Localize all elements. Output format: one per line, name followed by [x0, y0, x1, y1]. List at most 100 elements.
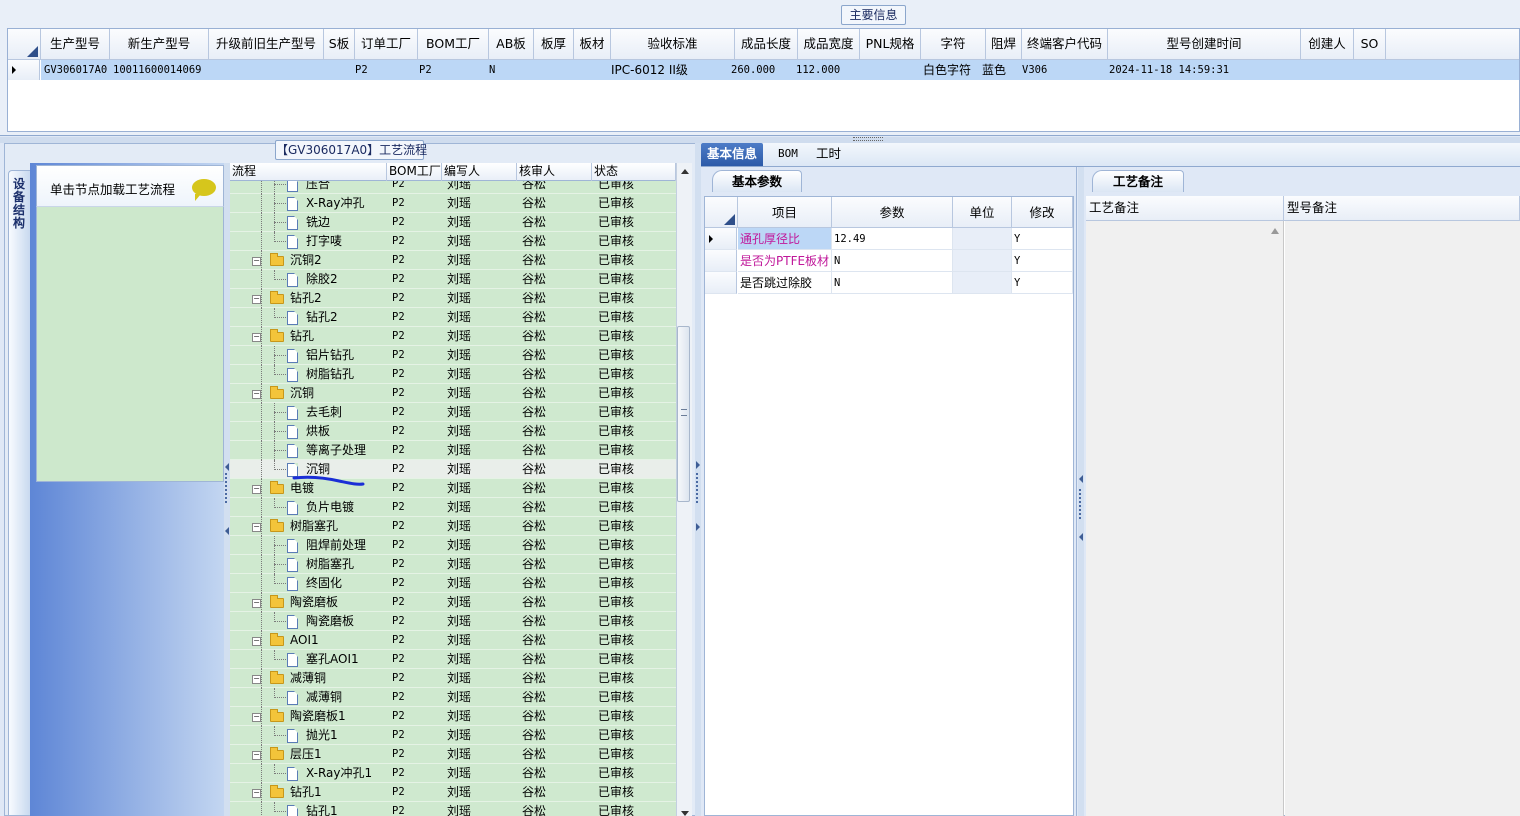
process-tree-row[interactable]: − 钻孔2 P2 刘瑶 谷松 已审核 — [230, 289, 676, 308]
process-tree-row[interactable]: − 钻孔 P2 刘瑶 谷松 已审核 — [230, 327, 676, 346]
collapse-node-icon[interactable]: − — [252, 675, 261, 684]
collapse-node-icon[interactable]: − — [252, 257, 261, 266]
param-unit-3[interactable] — [953, 272, 1012, 294]
cell-new-model[interactable]: 10011600014069 — [110, 60, 209, 80]
collapse-node-icon[interactable]: − — [252, 789, 261, 798]
collapse-notes-icon[interactable] — [1079, 475, 1083, 483]
process-tree-row[interactable]: 树脂钻孔 P2 刘瑶 谷松 已审核 — [230, 365, 676, 384]
process-tree-row[interactable]: 钻孔2 P2 刘瑶 谷松 已审核 — [230, 308, 676, 327]
collapse-node-icon[interactable]: − — [252, 751, 261, 760]
tab-bom[interactable]: BOM — [772, 143, 804, 166]
process-tree-row[interactable]: X-Ray冲孔 P2 刘瑶 谷松 已审核 — [230, 194, 676, 213]
process-tree-row[interactable]: − 减薄铜 P2 刘瑶 谷松 已审核 — [230, 669, 676, 688]
collapse-node-icon[interactable]: − — [252, 523, 261, 532]
process-tree-row[interactable]: 减薄铜 P2 刘瑶 谷松 已审核 — [230, 688, 676, 707]
scroll-up-icon[interactable] — [681, 169, 689, 174]
col-header-process[interactable]: 流程 — [230, 163, 387, 181]
param-edit-1[interactable]: Y — [1012, 228, 1073, 250]
device-structure-tab[interactable] — [8, 170, 30, 816]
param-unit-2[interactable] — [953, 250, 1012, 272]
collapse-right-icon[interactable] — [696, 461, 700, 469]
row-indicator[interactable] — [8, 60, 40, 80]
col-header-thickness[interactable]: 板厚 — [534, 29, 574, 60]
col-header-solder[interactable]: 阻焊 — [986, 29, 1022, 60]
collapse-node-icon[interactable]: − — [252, 485, 261, 494]
process-tree-row[interactable]: X-Ray冲孔1 P2 刘瑶 谷松 已审核 — [230, 764, 676, 783]
col-header-status[interactable]: 状态 — [592, 163, 676, 181]
col-header-order-factory[interactable]: 订单工厂 — [355, 29, 418, 60]
process-tree-row[interactable]: 烘板 P2 刘瑶 谷松 已审核 — [230, 422, 676, 441]
cell-bom-factory[interactable]: P2 — [416, 60, 476, 80]
col-header-pnl[interactable]: PNL规格 — [860, 29, 921, 60]
collapse-node-icon[interactable]: − — [252, 295, 261, 304]
col-header-char[interactable]: 字符 — [921, 29, 986, 60]
collapse-left-icon[interactable] — [225, 463, 229, 471]
col-header-creator[interactable]: 创建人 — [1301, 29, 1354, 60]
process-tree-row[interactable]: 打字唛 P2 刘瑶 谷松 已审核 — [230, 232, 676, 251]
collapse-node-icon[interactable]: − — [252, 333, 261, 342]
process-tree-row[interactable]: 树脂塞孔 P2 刘瑶 谷松 已审核 — [230, 555, 676, 574]
collapse-node-icon[interactable]: − — [252, 713, 261, 722]
process-tree-row[interactable]: 抛光1 P2 刘瑶 谷松 已审核 — [230, 726, 676, 745]
tab-work-hours[interactable]: 工时 — [810, 143, 847, 166]
param-row-indicator-3[interactable] — [705, 272, 737, 294]
scroll-down-icon[interactable] — [681, 811, 689, 816]
cell-customer[interactable]: V306 — [1019, 60, 1099, 80]
col-header-bom-factory[interactable]: BOM工厂 — [418, 29, 489, 60]
col-header-length[interactable]: 成品长度 — [735, 29, 798, 60]
process-tree-row[interactable]: 除胶2 P2 刘瑶 谷松 已审核 — [230, 270, 676, 289]
param-edit-3[interactable]: Y — [1012, 272, 1073, 294]
col-header-new-model[interactable]: 新生产型号 — [110, 29, 209, 60]
process-tree-row[interactable]: − AOI1 P2 刘瑶 谷松 已审核 — [230, 631, 676, 650]
process-tree-row[interactable]: 铝片钻孔 P2 刘瑶 谷松 已审核 — [230, 346, 676, 365]
process-tree-row[interactable]: 阻焊前处理 P2 刘瑶 谷松 已审核 — [230, 536, 676, 555]
model-notes-textarea[interactable] — [1285, 221, 1520, 816]
col-header-param[interactable]: 参数 — [832, 197, 953, 228]
cell-solder[interactable]: 蓝色 — [979, 60, 1019, 80]
col-header-writer[interactable]: 编写人 — [442, 163, 517, 181]
col-header-standard[interactable]: 验收标准 — [611, 29, 735, 60]
process-tree-row[interactable]: − 树脂塞孔 P2 刘瑶 谷松 已审核 — [230, 517, 676, 536]
col-header-reviewer[interactable]: 核审人 — [517, 163, 592, 181]
param-value-1[interactable]: 12.49 — [832, 228, 953, 250]
param-value-3[interactable]: N — [832, 272, 953, 294]
process-tree-row[interactable]: 钻孔1 P2 刘瑶 谷松 已审核 — [230, 802, 676, 816]
param-edit-2[interactable]: Y — [1012, 250, 1073, 272]
col-header-created[interactable]: 型号创建时间 — [1108, 29, 1301, 60]
tab-basic-params[interactable]: 基本参数 — [712, 170, 802, 192]
tab-basic-info[interactable]: 基本信息 — [701, 143, 764, 166]
process-notes-textarea[interactable] — [1086, 221, 1284, 816]
cell-length[interactable]: 260.000 — [728, 60, 791, 80]
cell-char[interactable]: 白色字符 — [920, 60, 986, 80]
col-header-so[interactable]: SO — [1354, 29, 1386, 60]
cell-ab[interactable]: N — [486, 60, 526, 80]
col-header-width[interactable]: 成品宽度 — [798, 29, 860, 60]
process-tree-row[interactable]: 终固化 P2 刘瑶 谷松 已审核 — [230, 574, 676, 593]
cell-width[interactable]: 112.000 — [793, 60, 856, 80]
process-tree-row[interactable]: 去毛刺 P2 刘瑶 谷松 已审核 — [230, 403, 676, 422]
param-row-indicator-1[interactable] — [705, 228, 737, 250]
process-tree-row[interactable]: − 沉铜2 P2 刘瑶 谷松 已审核 — [230, 251, 676, 270]
cell-model[interactable]: GV306017A0 — [41, 60, 110, 80]
col-header-edit[interactable]: 修改 — [1012, 197, 1073, 228]
param-item-2[interactable]: 是否为PTFE板材 — [738, 250, 832, 272]
col-header-model[interactable]: 生产型号 — [41, 29, 110, 60]
collapse-node-icon[interactable]: − — [252, 637, 261, 646]
tab-process-notes[interactable]: 工艺备注 — [1092, 170, 1184, 192]
grid-corner[interactable] — [8, 29, 41, 60]
col-header-s-board[interactable]: S板 — [324, 29, 355, 60]
collapse-left-icon-2[interactable] — [225, 527, 229, 535]
splitter-grip[interactable] — [853, 137, 883, 141]
collapse-right-icon-2[interactable] — [696, 523, 700, 531]
collapse-node-icon[interactable]: − — [252, 390, 261, 399]
col-header-ab[interactable]: AB板 — [489, 29, 534, 60]
param-unit-1[interactable] — [953, 228, 1012, 250]
col-header-bom[interactable]: BOM工厂 — [387, 163, 442, 181]
cell-order-factory[interactable]: P2 — [352, 60, 415, 80]
notes-scroll-up-icon[interactable] — [1271, 228, 1279, 234]
process-tree-row[interactable]: − 陶瓷磨板1 P2 刘瑶 谷松 已审核 — [230, 707, 676, 726]
param-item-3[interactable]: 是否跳过除胶 — [738, 272, 832, 294]
process-tree-row[interactable]: 塞孔AOI1 P2 刘瑶 谷松 已审核 — [230, 650, 676, 669]
collapse-node-icon[interactable]: − — [252, 599, 261, 608]
process-tree-row[interactable]: 陶瓷磨板 P2 刘瑶 谷松 已审核 — [230, 612, 676, 631]
